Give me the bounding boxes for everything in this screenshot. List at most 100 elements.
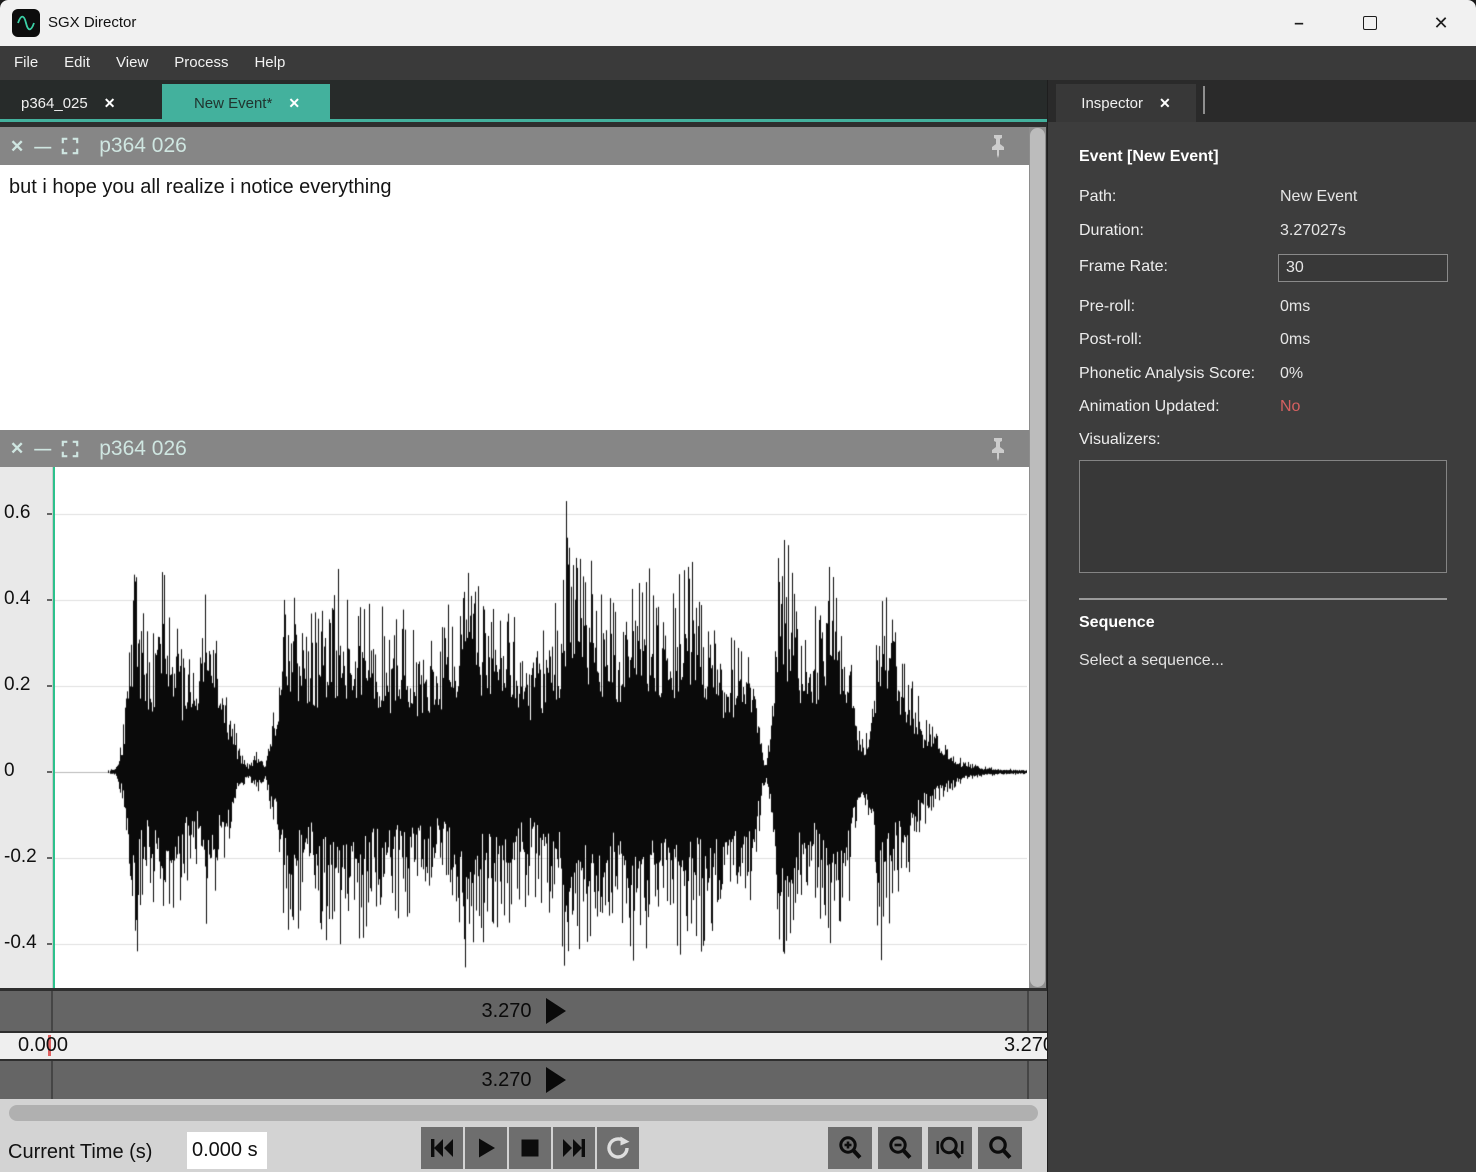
pin-icon[interactable] bbox=[987, 134, 1009, 163]
inspector-field-label: Post-roll: bbox=[1079, 331, 1142, 349]
horizontal-scrollbar-thumb[interactable] bbox=[9, 1105, 1038, 1121]
y-axis-tick bbox=[47, 599, 52, 601]
y-axis-label: 0.4 bbox=[4, 588, 30, 610]
panel-close-icon[interactable]: ✕ bbox=[10, 138, 24, 155]
loop-button[interactable] bbox=[597, 1127, 639, 1169]
transcript-panel-body[interactable]: but i hope you all realize i notice ever… bbox=[0, 165, 1031, 430]
inspector-field-value: No bbox=[1280, 398, 1300, 416]
y-axis-label: 0.6 bbox=[4, 502, 30, 524]
transcript-panel-header[interactable]: ✕ — p364 026 bbox=[0, 127, 1031, 165]
range-handle-left[interactable] bbox=[51, 1061, 53, 1099]
panel-minimize-icon[interactable]: — bbox=[34, 138, 51, 155]
tab-close-icon[interactable]: ✕ bbox=[104, 95, 116, 112]
panel-expand-icon[interactable] bbox=[61, 440, 79, 458]
document-tab-bar: p364_025 ✕ New Event* ✕ bbox=[0, 80, 1047, 122]
tab-inspector[interactable]: Inspector ✕ bbox=[1056, 84, 1196, 122]
inspector-heading: Event [New Event] bbox=[1079, 148, 1219, 166]
inspector-tab-close-icon[interactable]: ✕ bbox=[1159, 95, 1171, 112]
timeline-range-slider-bottom[interactable]: 3.270 bbox=[0, 1061, 1047, 1099]
zoom-selection-button[interactable] bbox=[928, 1127, 972, 1169]
y-axis-tick bbox=[47, 513, 52, 515]
y-axis-label: 0 bbox=[4, 760, 15, 782]
inspector-field-value: 0ms bbox=[1280, 331, 1310, 349]
tab-row: p364_025 ✕ New Event* ✕ Inspector ✕ bbox=[0, 80, 1476, 122]
tab-label: p364_025 bbox=[21, 95, 88, 112]
menu-item-process[interactable]: Process bbox=[161, 46, 241, 80]
zoom-out-button[interactable] bbox=[878, 1127, 922, 1169]
inspector-field-label: Phonetic Analysis Score: bbox=[1079, 365, 1255, 383]
maximize-icon bbox=[1363, 16, 1377, 30]
inspector-tab-bar: Inspector ✕ bbox=[1047, 80, 1476, 122]
tab-label: New Event* bbox=[194, 95, 272, 112]
dock-vertical-scrollbar[interactable] bbox=[1029, 127, 1046, 988]
inspector-panel: Event [New Event] Path:New EventDuration… bbox=[1047, 122, 1476, 1172]
window-minimize-button[interactable]: – bbox=[1276, 0, 1322, 46]
waveform-panel-header[interactable]: ✕ — p364 026 bbox=[0, 430, 1031, 467]
inspector-field-value: New Event bbox=[1280, 188, 1357, 206]
panel-minimize-icon[interactable]: — bbox=[34, 440, 51, 457]
y-axis-label: -0.2 bbox=[4, 846, 37, 868]
inspector-field-label: Animation Updated: bbox=[1079, 398, 1220, 416]
inspector-field-label: Pre-roll: bbox=[1079, 298, 1135, 316]
visualizers-box[interactable] bbox=[1079, 460, 1447, 573]
sequence-placeholder: Select a sequence... bbox=[1079, 652, 1224, 670]
inspector-separator bbox=[1079, 598, 1447, 600]
waveform-panel-title: p364 026 bbox=[99, 437, 187, 461]
menu-item-help[interactable]: Help bbox=[241, 46, 298, 80]
timeline-range-slider-top[interactable]: 3.270 bbox=[0, 991, 1047, 1031]
sgx-director-window: SGX Director – ✕ FileEditViewProcessHelp… bbox=[0, 0, 1476, 1172]
skip-to-start-button[interactable] bbox=[421, 1127, 463, 1169]
stop-button[interactable] bbox=[509, 1127, 551, 1169]
inspector-tab-label: Inspector bbox=[1081, 95, 1143, 112]
window-maximize-button[interactable] bbox=[1347, 0, 1393, 46]
inspector-field-label: Visualizers: bbox=[1079, 431, 1161, 449]
ruler-start-time: 0.000 bbox=[18, 1034, 68, 1057]
skip-to-end-button[interactable] bbox=[553, 1127, 595, 1169]
inspector-field-value: 0ms bbox=[1280, 298, 1310, 316]
current-time-label: Current Time (s) bbox=[8, 1133, 152, 1171]
title-bar: SGX Director – ✕ bbox=[0, 0, 1476, 46]
window-close-button[interactable]: ✕ bbox=[1418, 0, 1464, 46]
waveform-plot[interactable] bbox=[53, 467, 1027, 988]
ruler-end-time: 3.270 bbox=[1004, 1034, 1047, 1057]
menu-bar: FileEditViewProcessHelp bbox=[0, 46, 1476, 80]
timeline-ruler[interactable]: 0.000 3.270 bbox=[0, 1033, 1047, 1059]
y-axis-tick bbox=[47, 771, 52, 773]
menu-item-edit[interactable]: Edit bbox=[51, 46, 103, 80]
play-button[interactable] bbox=[465, 1127, 507, 1169]
y-axis-label: -0.4 bbox=[4, 932, 37, 954]
range-play-icon[interactable] bbox=[546, 1067, 566, 1093]
range-handle-left[interactable] bbox=[51, 991, 53, 1031]
zoom-controls bbox=[828, 1127, 1022, 1169]
waveform-y-axis: 0.6 0.4 0.2 0 -0.2 -0.4 bbox=[0, 467, 53, 988]
tab-new-event-[interactable]: New Event* ✕ bbox=[162, 84, 330, 122]
pin-icon[interactable] bbox=[987, 437, 1009, 466]
range-duration-label: 3.270 bbox=[481, 1000, 531, 1023]
menu-item-file[interactable]: File bbox=[1, 46, 51, 80]
transport-bar: Current Time (s) bbox=[0, 1099, 1047, 1172]
panel-expand-icon[interactable] bbox=[61, 137, 79, 155]
panel-close-icon[interactable]: ✕ bbox=[10, 440, 24, 457]
tab-close-icon[interactable]: ✕ bbox=[288, 95, 300, 112]
waveform-playhead[interactable] bbox=[53, 467, 55, 988]
menu-item-view[interactable]: View bbox=[103, 46, 161, 80]
frame-rate-input[interactable] bbox=[1278, 254, 1448, 282]
zoom-fit-button[interactable] bbox=[978, 1127, 1022, 1169]
y-axis-label: 0.2 bbox=[4, 674, 30, 696]
inspector-field-label: Frame Rate: bbox=[1079, 258, 1168, 276]
playback-controls bbox=[421, 1127, 639, 1169]
range-handle-right[interactable] bbox=[1027, 1061, 1029, 1099]
range-play-icon[interactable] bbox=[546, 998, 566, 1024]
y-axis-tick bbox=[47, 943, 52, 945]
y-axis-tick bbox=[47, 685, 52, 687]
window-title: SGX Director bbox=[48, 0, 136, 46]
tab-p364_025[interactable]: p364_025 ✕ bbox=[0, 84, 133, 122]
waveform-panel-body[interactable]: 0.6 0.4 0.2 0 -0.2 -0.4 bbox=[0, 467, 1031, 988]
current-time-input[interactable] bbox=[187, 1132, 267, 1169]
vertical-scrollbar-thumb[interactable] bbox=[1030, 128, 1045, 987]
transcript-panel-title: p364 026 bbox=[99, 134, 187, 158]
y-axis-tick bbox=[47, 857, 52, 859]
range-handle-right[interactable] bbox=[1027, 991, 1029, 1031]
zoom-in-button[interactable] bbox=[828, 1127, 872, 1169]
inspector-field-value: 3.27027s bbox=[1280, 222, 1346, 240]
